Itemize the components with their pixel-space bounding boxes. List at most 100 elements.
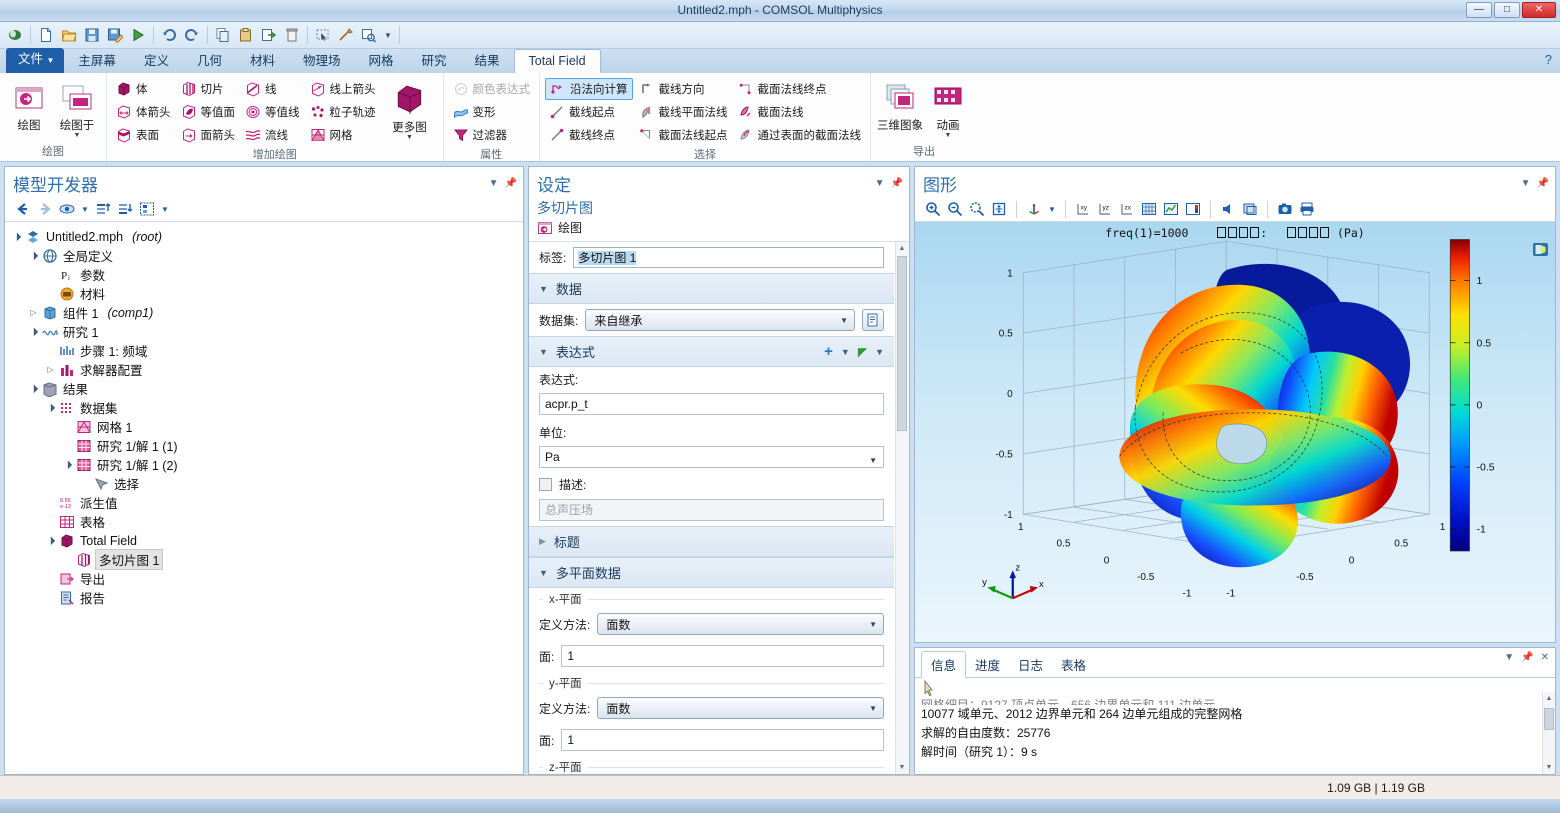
scene-light-icon[interactable] xyxy=(1218,200,1238,218)
unit-chevron-down-icon[interactable]: ▼ xyxy=(869,451,877,470)
scroll-down-icon[interactable]: ▼ xyxy=(896,761,908,774)
cutplane-normal-end-button[interactable]: 截面法线终点 xyxy=(734,78,866,100)
settings-pin-icon[interactable]: 📌 xyxy=(891,178,903,189)
plot-canvas[interactable]: freq(1)=1000 : (Pa) 1 0.5 0 -0.5 -1 1 0.… xyxy=(915,222,1555,642)
messages-scrollbar[interactable]: ▲ ▼ xyxy=(1542,692,1555,774)
add-expression-caret-icon[interactable]: ▼ xyxy=(841,347,850,357)
zoom-extents-icon[interactable] xyxy=(358,24,380,46)
compute-icon[interactable] xyxy=(127,24,149,46)
measure-icon[interactable] xyxy=(335,24,357,46)
tab-messages[interactable]: 信息 xyxy=(921,651,967,678)
tree-item[interactable]: 研究 1/解 1 (1) xyxy=(11,436,519,455)
add-arrow-surface-button[interactable]: 面箭头 xyxy=(177,124,240,146)
tree-item[interactable]: ◢ 研究 1/解 1 (2) xyxy=(11,455,519,474)
section-expression-toggle-icon[interactable]: ▼ xyxy=(539,347,548,357)
section-expression-header[interactable]: ▼ 表达式 + ▼ ◤ ▼ xyxy=(529,336,894,367)
scroll-up-icon[interactable]: ▲ xyxy=(1543,692,1555,705)
color-expression-button[interactable]: 颜色表达式 xyxy=(449,78,535,100)
ribbon-tab-file[interactable]: 文件 ▼ xyxy=(6,48,65,73)
settings-scrollbar[interactable]: ▲ ▼ xyxy=(895,242,908,774)
model-tree[interactable]: ◢ Untitled2.mph (root) ◢ 全局定义 Pi 参数 材料 ▷ 组件 1 (com… xyxy=(5,222,523,774)
collapse-all-icon[interactable] xyxy=(93,200,113,218)
section-title-toggle-icon[interactable]: ▶ xyxy=(539,536,546,547)
tree-item[interactable]: 导出 xyxy=(11,569,519,588)
deformation-button[interactable]: 变形 xyxy=(449,101,535,123)
settings-scroll-thumb[interactable] xyxy=(897,256,907,431)
tree-collapse-icon[interactable]: ◢ xyxy=(60,457,74,471)
cutline-plane-normal-button[interactable]: 截线平面法线 xyxy=(635,101,732,123)
go-to-view-icon[interactable] xyxy=(1024,200,1044,218)
ribbon-tab-mesh[interactable]: 网格 xyxy=(355,50,408,73)
show-dropdown-icon[interactable]: ▼ xyxy=(79,200,91,218)
delete-icon[interactable] xyxy=(281,24,303,46)
settings-node-action[interactable]: 绘图 xyxy=(529,219,909,241)
tree-item[interactable]: 报告 xyxy=(11,588,519,607)
forward-icon[interactable] xyxy=(35,200,55,218)
add-arrow-volume-button[interactable]: 体箭头 xyxy=(112,101,175,123)
zoom-extents-icon[interactable] xyxy=(989,200,1009,218)
model-builder-pin-icon[interactable]: 📌 xyxy=(505,178,517,189)
add-arrow-line-button[interactable]: 线上箭头 xyxy=(306,78,380,100)
tree-item[interactable]: ▷ 组件 1 (comp1) xyxy=(11,303,519,322)
edit-dataset-button[interactable] xyxy=(862,309,884,331)
app-menu-icon[interactable] xyxy=(4,24,26,46)
add-mesh-button[interactable]: 网格 xyxy=(306,124,380,146)
tree-item[interactable]: Pi 参数 xyxy=(11,265,519,284)
expand-all-icon[interactable] xyxy=(115,200,135,218)
add-streamline-button[interactable]: 流线 xyxy=(241,124,304,146)
tree-item[interactable]: 网格 1 xyxy=(11,417,519,436)
section-multiplane-header[interactable]: ▼ 多平面数据 xyxy=(529,557,894,588)
add-slice-button[interactable]: 切片 xyxy=(177,78,240,100)
tree-item[interactable]: 多切片图 1 xyxy=(11,549,519,570)
tab-progress[interactable]: 进度 xyxy=(966,652,1009,677)
messages-menu-icon[interactable]: ▼ xyxy=(1504,652,1514,663)
minimize-button[interactable]: — xyxy=(1466,2,1492,18)
ribbon-tab-study[interactable]: 研究 xyxy=(408,50,461,73)
tree-expand-icon[interactable]: ▷ xyxy=(45,365,56,374)
tree-collapse-icon[interactable]: ◢ xyxy=(26,324,40,338)
chevron-down-icon[interactable]: ▼ xyxy=(869,620,877,629)
compute-normal-button[interactable]: 沿法向计算 xyxy=(545,78,633,100)
view-zx-icon[interactable]: zx xyxy=(1117,200,1137,218)
print-icon[interactable] xyxy=(1297,200,1317,218)
tree-item[interactable]: 材料 xyxy=(11,284,519,303)
plot-data-icon[interactable] xyxy=(1161,200,1181,218)
3d-image-button[interactable]: 三维图象 xyxy=(876,78,924,133)
expression-input[interactable]: acpr.p_t xyxy=(539,393,884,415)
graphics-menu-icon[interactable]: ▼ xyxy=(1521,178,1531,189)
section-multiplane-toggle-icon[interactable]: ▼ xyxy=(539,568,548,578)
view-xy-icon[interactable]: xy xyxy=(1073,200,1093,218)
animation-button[interactable]: 动画 ▼ xyxy=(924,78,972,139)
zoom-out-icon[interactable] xyxy=(945,200,965,218)
node-options-dropdown-icon[interactable]: ▼ xyxy=(159,200,171,218)
section-data-toggle-icon[interactable]: ▼ xyxy=(539,284,548,294)
view-cube-icon[interactable] xyxy=(1532,242,1549,257)
label-input[interactable]: 多切片图 1 xyxy=(573,247,884,268)
tree-expand-icon[interactable]: ▷ xyxy=(28,308,39,317)
plot-in-caret-icon[interactable]: ▼ xyxy=(74,132,81,139)
node-options-icon[interactable] xyxy=(137,200,157,218)
redo-icon[interactable] xyxy=(181,24,203,46)
scroll-down-icon[interactable]: ▼ xyxy=(1543,761,1555,774)
tree-collapse-icon[interactable]: ◢ xyxy=(26,248,40,262)
model-builder-menu-icon[interactable]: ▼ xyxy=(489,178,499,189)
plot-in-button[interactable]: 绘图于 ▼ xyxy=(53,78,101,139)
add-particle-trajectories-button[interactable]: 粒子轨迹 xyxy=(306,101,380,123)
plot-3d-scene[interactable]: 1 0.5 0 -0.5 -1 1 0.5 0 -0.5 -1 1 0.5 0 … xyxy=(915,222,1555,642)
scroll-up-icon[interactable]: ▲ xyxy=(896,242,908,255)
tab-log[interactable]: 日志 xyxy=(1009,652,1052,677)
tree-item[interactable]: 选择 xyxy=(11,474,519,493)
messages-scroll-thumb[interactable] xyxy=(1544,708,1554,730)
undo-icon[interactable] xyxy=(158,24,180,46)
cutline-end-button[interactable]: 截线终点 xyxy=(545,124,633,146)
paste-icon[interactable] xyxy=(235,24,257,46)
tree-collapse-icon[interactable]: ◢ xyxy=(43,400,57,414)
zoom-in-icon[interactable] xyxy=(923,200,943,218)
zoom-box-icon[interactable] xyxy=(967,200,987,218)
chevron-down-icon[interactable]: ▼ xyxy=(869,704,877,713)
show-icon[interactable] xyxy=(57,200,77,218)
cutplane-normal-start-button[interactable]: 截面法线起点 xyxy=(635,124,732,146)
copy-icon[interactable] xyxy=(212,24,234,46)
duplicate-icon[interactable] xyxy=(258,24,280,46)
tree-collapse-icon[interactable]: ◢ xyxy=(9,229,23,243)
